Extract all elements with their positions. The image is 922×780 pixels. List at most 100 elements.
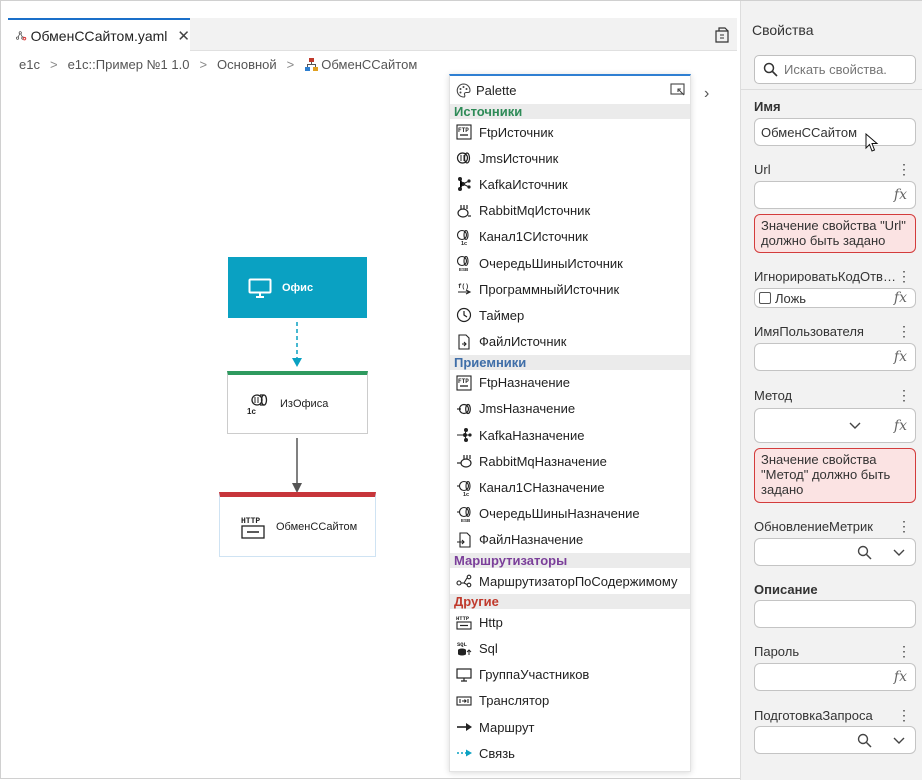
breadcrumb-item-main[interactable]: Основной bbox=[217, 57, 277, 72]
palette-item-channel-1c-source[interactable]: 1c Канал1СИсточник bbox=[450, 224, 690, 250]
breadcrumb-item-project[interactable]: e1c bbox=[19, 57, 40, 72]
palette-title: Palette bbox=[476, 82, 517, 98]
translator-icon bbox=[456, 693, 472, 709]
palette-category-other: Другие bbox=[450, 594, 690, 610]
rabbitmq-icon bbox=[456, 203, 472, 219]
node-site-exchange[interactable]: HTTP ОбменССайтом bbox=[219, 492, 376, 557]
svg-text:SQL: SQL bbox=[457, 641, 468, 648]
panel-collapse-chevron-icon[interactable]: › bbox=[704, 85, 709, 103]
breadcrumb-item-config[interactable]: e1c::Пример №1 1.0 bbox=[68, 57, 190, 72]
username-field[interactable]: fx bbox=[754, 343, 916, 371]
palette-item-participant-group[interactable]: ГруппаУчастников bbox=[450, 662, 690, 688]
chevron-down-icon[interactable] bbox=[893, 737, 905, 745]
fx-icon[interactable]: fx bbox=[894, 669, 907, 685]
palette-pin-icon[interactable] bbox=[670, 83, 686, 97]
description-field[interactable] bbox=[754, 600, 916, 628]
link-arrowhead bbox=[292, 358, 302, 367]
palette-item-label: ОчередьШиныНазначение bbox=[479, 506, 640, 522]
palette-item-jms-source[interactable]: JmsИсточник bbox=[450, 145, 690, 171]
tab-obmen-yaml[interactable]: ОбменССайтом.yaml ✕ bbox=[8, 18, 190, 51]
open-source-icon[interactable] bbox=[713, 26, 731, 44]
node-from-office[interactable]: 1c ИзОфиса bbox=[227, 371, 368, 434]
palette-category-sources: Источники bbox=[450, 104, 690, 119]
ignore-code-more-icon[interactable]: ⋮ bbox=[897, 269, 911, 283]
method-more-icon[interactable]: ⋮ bbox=[897, 388, 911, 402]
palette-item-kafka-source[interactable]: KafkaИсточник bbox=[450, 171, 690, 197]
palette-item-label: RabbitMqНазначение bbox=[479, 453, 607, 469]
palette-item-program-source[interactable]: f() ПрограммныйИсточник bbox=[450, 276, 690, 302]
url-field[interactable]: fx bbox=[754, 181, 916, 209]
metrics-update-select[interactable] bbox=[754, 538, 916, 566]
search-icon[interactable] bbox=[857, 733, 872, 748]
svg-text:1c: 1c bbox=[461, 241, 467, 245]
flow-icon bbox=[305, 57, 319, 71]
url-label: Url bbox=[754, 162, 771, 177]
method-select[interactable]: fx bbox=[754, 408, 916, 443]
palette-item-label: Sql bbox=[479, 640, 498, 656]
svg-text:1c: 1c bbox=[247, 407, 256, 415]
palette-item-rabbitmq-source[interactable]: RabbitMqИсточник bbox=[450, 198, 690, 224]
chevron-down-icon[interactable] bbox=[893, 549, 905, 557]
monitor-icon bbox=[248, 278, 272, 298]
request-prep-select[interactable] bbox=[754, 726, 916, 754]
palette-item-file-source[interactable]: ФайлИсточник bbox=[450, 329, 690, 355]
svg-text:ESB: ESB bbox=[459, 267, 469, 271]
palette-item-label: ФайлИсточник bbox=[479, 334, 567, 350]
palette-item-sql[interactable]: SQL Sql bbox=[450, 635, 690, 661]
palette-item-rabbitmq-target[interactable]: RabbitMqНазначение bbox=[450, 448, 690, 474]
channel-1c-icon: 1c bbox=[247, 394, 268, 415]
tab-label: ОбменССайтом.yaml bbox=[30, 27, 168, 44]
palette-item-link[interactable]: Связь bbox=[450, 740, 690, 766]
tab-close-icon[interactable]: ✕ bbox=[177, 27, 190, 45]
palette-item-file-target[interactable]: ФайлНазначение bbox=[450, 527, 690, 553]
palette-item-jms-target[interactable]: JmsНазначение bbox=[450, 396, 690, 422]
file-icon bbox=[456, 334, 472, 350]
palette-item-esb-queue-target[interactable]: ESB ОчередьШиныНазначение bbox=[450, 501, 690, 527]
palette-item-route[interactable]: Маршрут bbox=[450, 714, 690, 740]
fx-icon[interactable]: fx bbox=[894, 418, 907, 434]
palette-item-label: JmsНазначение bbox=[479, 401, 576, 417]
palette-item-translator[interactable]: Транслятор bbox=[450, 688, 690, 714]
palette-item-label: FtpИсточник bbox=[479, 124, 554, 140]
palette-category-targets: Приемники bbox=[450, 354, 690, 370]
palette-item-ftp-target[interactable]: FTP FtpНазначение bbox=[450, 370, 690, 396]
name-value: ОбменССайтом bbox=[761, 124, 858, 140]
request-prep-more-icon[interactable]: ⋮ bbox=[897, 708, 911, 722]
esb-queue-icon: ESB bbox=[456, 255, 472, 271]
password-field[interactable]: fx bbox=[754, 663, 916, 691]
palette-item-content-router[interactable]: МаршрутизаторПоСодержимому bbox=[450, 568, 690, 594]
palette-icon bbox=[456, 82, 471, 98]
request-prep-label: ПодготовкаЗапроса bbox=[754, 708, 873, 723]
properties-panel: Свойства Имя ОбменССайтом Url ⋮ fx Значе… bbox=[740, 1, 922, 780]
search-icon[interactable] bbox=[857, 545, 872, 560]
palette-header: Palette bbox=[450, 76, 690, 104]
ignore-code-checkbox[interactable] bbox=[759, 292, 771, 304]
password-label: Пароль bbox=[754, 644, 800, 659]
http-icon: HTTP bbox=[456, 614, 472, 630]
palette-item-ftp-source[interactable]: FTP FtpИсточник bbox=[450, 119, 690, 145]
username-more-icon[interactable]: ⋮ bbox=[897, 324, 911, 338]
timer-icon bbox=[456, 307, 472, 323]
name-field[interactable]: ОбменССайтом bbox=[754, 118, 916, 152]
breadcrumb: e1c > e1c::Пример №1 1.0 > Основной > Об… bbox=[19, 56, 417, 72]
palette-item-http[interactable]: HTTP Http bbox=[450, 609, 690, 635]
link-arrow-icon bbox=[456, 745, 472, 761]
node-office-label: Офис bbox=[282, 281, 314, 294]
metrics-update-label: ОбновлениеМетрик bbox=[754, 519, 873, 534]
node-office[interactable]: Офис bbox=[228, 257, 367, 318]
url-more-icon[interactable]: ⋮ bbox=[897, 162, 911, 176]
metrics-update-more-icon[interactable]: ⋮ bbox=[897, 519, 911, 533]
fx-icon[interactable]: fx bbox=[894, 290, 907, 306]
name-label: Имя bbox=[754, 99, 781, 114]
palette-item-channel-1c-target[interactable]: 1c Канал1СНазначение bbox=[450, 474, 690, 500]
palette-item-timer[interactable]: Таймер bbox=[450, 302, 690, 328]
password-more-icon[interactable]: ⋮ bbox=[897, 644, 911, 658]
palette-item-kafka-target[interactable]: KafkaНазначение bbox=[450, 422, 690, 448]
palette-item-label: ОчередьШиныИсточник bbox=[479, 255, 623, 271]
search-input[interactable] bbox=[784, 62, 904, 77]
palette-item-esb-queue-source[interactable]: ESB ОчередьШиныИсточник bbox=[450, 250, 690, 276]
fx-icon[interactable]: fx bbox=[894, 187, 907, 203]
ignore-code-label: ИгнорироватьКодОтв… bbox=[754, 269, 896, 284]
fx-icon[interactable]: fx bbox=[894, 349, 907, 365]
breadcrumb-item-current[interactable]: ОбменССайтом bbox=[321, 57, 417, 72]
